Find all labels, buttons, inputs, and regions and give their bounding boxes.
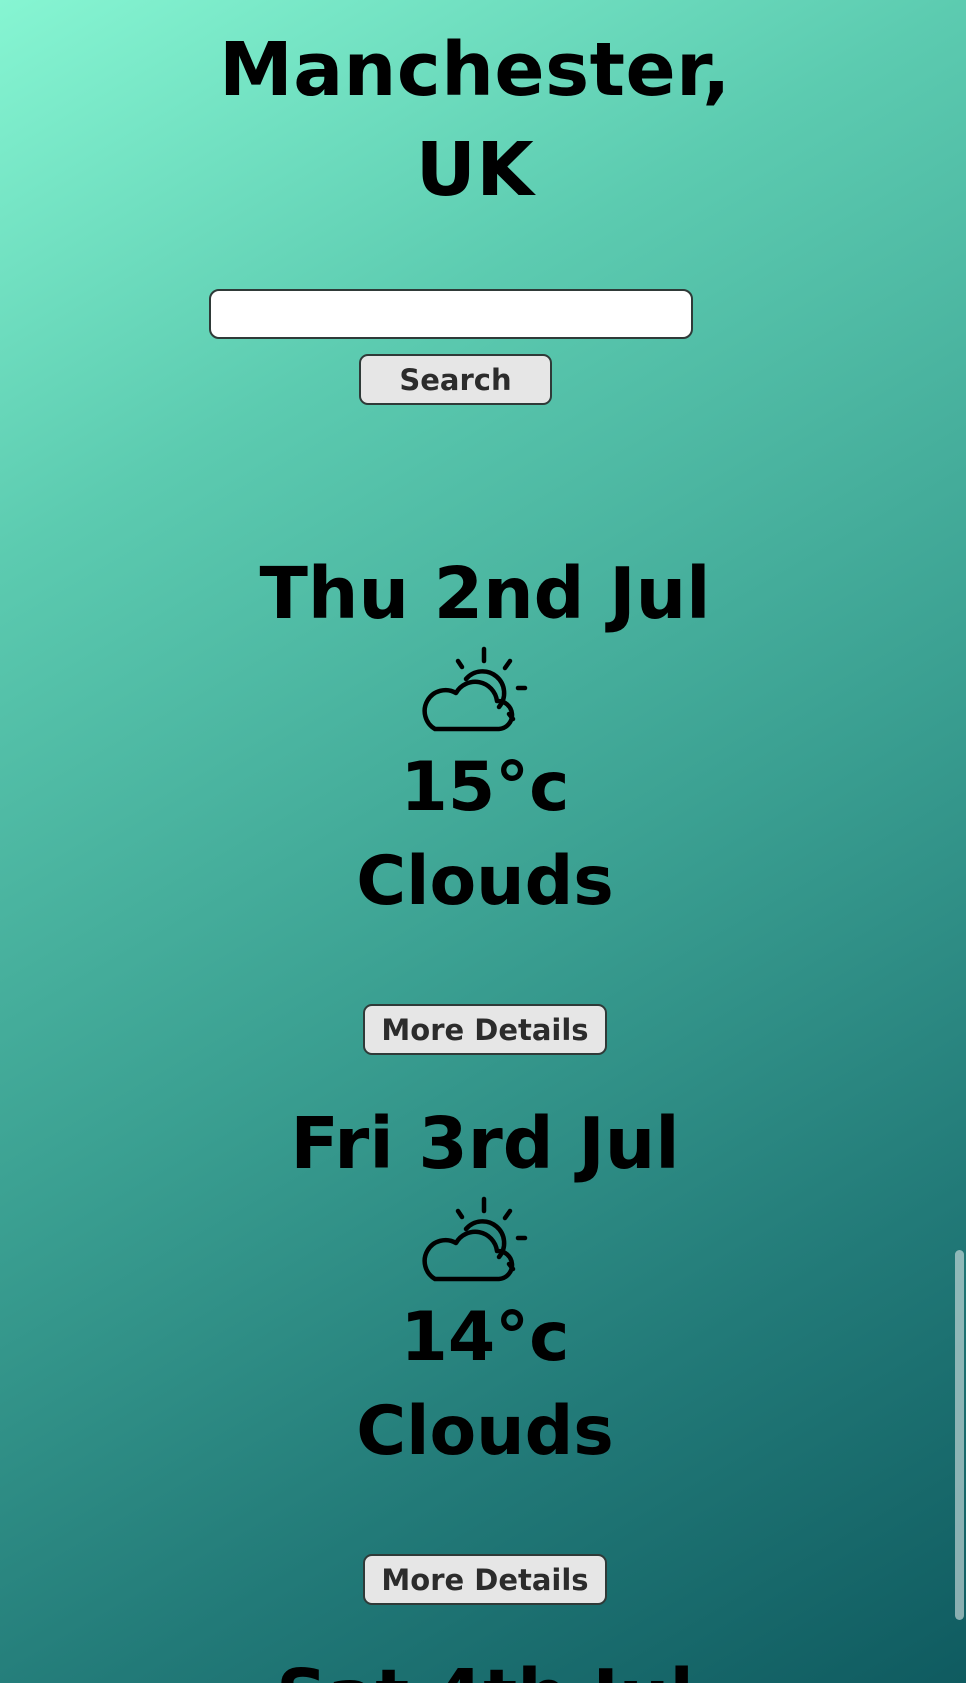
partly-cloudy-icon xyxy=(422,646,528,732)
forecast-date: Thu 2nd Jul xyxy=(259,552,711,635)
scrollbar-thumb[interactable] xyxy=(955,1250,964,1620)
more-details-button[interactable]: More Details xyxy=(363,1004,607,1055)
partly-cloudy-icon xyxy=(422,1196,528,1282)
forecast-date-partial: Sat 4th Jul xyxy=(150,1655,820,1683)
forecast-condition: Clouds xyxy=(356,1392,614,1471)
forecast-temperature: 14°c xyxy=(400,1298,570,1377)
forecast-condition: Clouds xyxy=(356,842,614,921)
weather-app: Manchester, UK Search Thu 2nd Jul 15°c C… xyxy=(0,0,966,1683)
forecast-date: Sat 4th Jul xyxy=(150,1655,820,1683)
forecast-temperature: 15°c xyxy=(400,748,570,827)
search-button[interactable]: Search xyxy=(359,354,552,405)
more-details-button[interactable]: More Details xyxy=(363,1554,607,1605)
forecast-date: Fri 3rd Jul xyxy=(290,1102,680,1185)
search-input[interactable] xyxy=(209,289,693,339)
city-title: Manchester, UK xyxy=(219,27,731,213)
